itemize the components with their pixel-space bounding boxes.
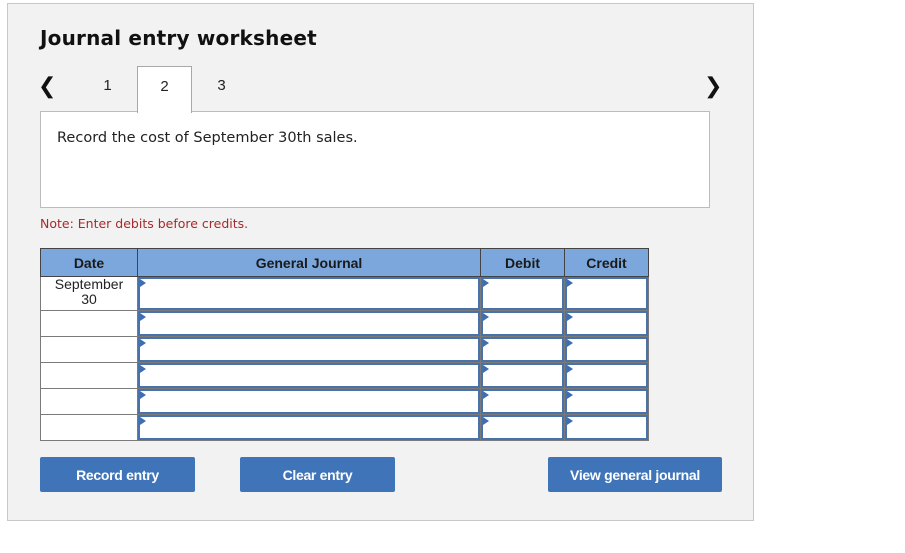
- tab-entry-2[interactable]: 2: [137, 66, 192, 113]
- account-input[interactable]: [138, 311, 480, 336]
- tab-entry-1[interactable]: 1: [80, 66, 135, 112]
- debit-input[interactable]: [481, 337, 564, 362]
- account-input[interactable]: [138, 389, 480, 414]
- journal-worksheet-panel: Journal entry worksheet ❮ 1 2 3 ❯ Record…: [7, 3, 754, 521]
- account-input[interactable]: [138, 337, 480, 362]
- chevron-right-icon[interactable]: ❯: [704, 74, 722, 99]
- credit-input[interactable]: [565, 415, 648, 440]
- table-row: September 30: [40, 276, 649, 311]
- credit-input[interactable]: [565, 277, 648, 310]
- credit-input[interactable]: [565, 337, 648, 362]
- table-row: [40, 310, 649, 337]
- journal-table: Date General Journal Debit Credit Septem…: [40, 248, 649, 441]
- table-header-row: Date General Journal Debit Credit: [40, 248, 649, 277]
- note-text: Note: Enter debits before credits.: [40, 216, 249, 231]
- chevron-left-icon[interactable]: ❮: [38, 74, 56, 99]
- date-cell: [40, 310, 138, 337]
- header-credit: Credit: [564, 248, 649, 277]
- record-entry-button[interactable]: Record entry: [40, 457, 195, 492]
- date-cell: [40, 388, 138, 415]
- worksheet-title: Journal entry worksheet: [40, 26, 317, 50]
- date-cell: September 30: [40, 276, 138, 311]
- date-month: September: [54, 276, 124, 292]
- table-row: [40, 362, 649, 389]
- entry-tabs: ❮ 1 2 3 ❯: [8, 66, 753, 113]
- debit-input[interactable]: [481, 389, 564, 414]
- table-row: [40, 414, 649, 441]
- date-day: 30: [81, 291, 97, 307]
- instruction-text: Record the cost of September 30th sales.: [57, 130, 358, 146]
- account-input[interactable]: [138, 277, 480, 310]
- clear-entry-button[interactable]: Clear entry: [240, 457, 395, 492]
- account-input[interactable]: [138, 363, 480, 388]
- date-cell: [40, 336, 138, 363]
- instruction-box: Record the cost of September 30th sales.: [40, 111, 710, 208]
- debit-input[interactable]: [481, 415, 564, 440]
- date-cell: [40, 414, 138, 441]
- debit-input[interactable]: [481, 277, 564, 310]
- table-row: [40, 388, 649, 415]
- credit-input[interactable]: [565, 389, 648, 414]
- debit-input[interactable]: [481, 363, 564, 388]
- account-input[interactable]: [138, 415, 480, 440]
- credit-input[interactable]: [565, 311, 648, 336]
- view-general-journal-button[interactable]: View general journal: [548, 457, 722, 492]
- date-cell: [40, 362, 138, 389]
- header-general-journal: General Journal: [137, 248, 481, 277]
- credit-input[interactable]: [565, 363, 648, 388]
- header-debit: Debit: [480, 248, 565, 277]
- debit-input[interactable]: [481, 311, 564, 336]
- table-row: [40, 336, 649, 363]
- tab-entry-3[interactable]: 3: [194, 66, 249, 112]
- header-date: Date: [40, 248, 138, 277]
